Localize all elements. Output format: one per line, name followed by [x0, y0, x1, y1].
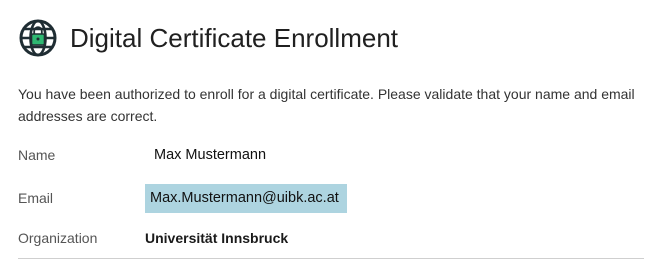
name-value: Max Mustermann [154, 147, 267, 163]
name-row: Name Max Mustermann [18, 144, 644, 166]
page-title: Digital Certificate Enrollment [70, 22, 399, 53]
organization-row: Organization Universität Innsbruck [18, 227, 644, 249]
enrollment-page: Digital Certificate Enrollment You have … [0, 0, 662, 262]
page-header: Digital Certificate Enrollment [18, 16, 398, 60]
organization-label: Organization [18, 230, 98, 246]
name-label: Name [18, 147, 56, 163]
email-value[interactable]: Max.Mustermann@uibk.ac.at [145, 183, 347, 213]
organization-value: Universität Innsbruck [145, 230, 289, 246]
globe-lock-icon [19, 19, 57, 57]
email-row: Email Max.Mustermann@uibk.ac.at [18, 182, 644, 214]
email-label: Email [18, 190, 54, 206]
intro-text: You have been authorized to enroll for a… [18, 86, 635, 124]
divider [18, 258, 644, 259]
